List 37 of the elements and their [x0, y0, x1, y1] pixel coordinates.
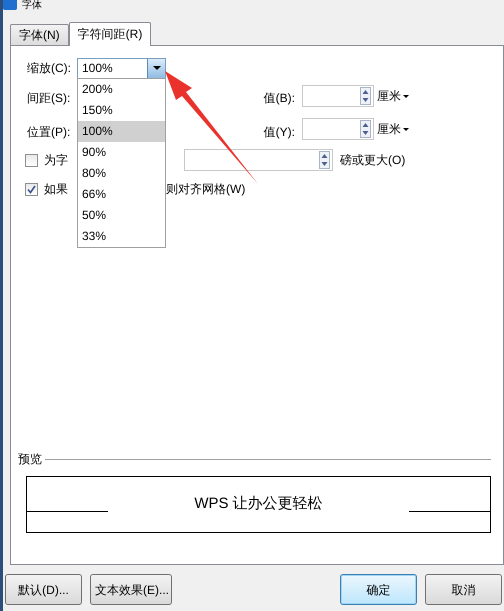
tab[interactable]: 字体(N)	[10, 24, 69, 45]
button[interactable]: 文本效果(E)...	[90, 574, 172, 605]
dropdown-option[interactable]: 50%	[78, 205, 165, 226]
dropdown-option[interactable]: 80%	[78, 163, 165, 184]
field-label: 位置(P):	[27, 124, 70, 141]
dropdown-option[interactable]: 100%	[78, 121, 165, 142]
checkbox-label: 磅或更大(O)	[340, 152, 406, 169]
dropdown-option[interactable]: 90%	[78, 142, 165, 163]
app-logo-icon	[3, 0, 17, 10]
unit-dropdown[interactable]: 厘米	[377, 120, 409, 138]
checkbox-label: 为字	[44, 152, 68, 169]
dropdown-option[interactable]: 150%	[78, 100, 165, 121]
preview-text: WPS 让办公更轻松	[194, 494, 323, 514]
number-field[interactable]	[184, 149, 333, 171]
spinner-icon[interactable]	[360, 87, 371, 105]
field-label: 间距(S):	[27, 90, 70, 107]
checkbox[interactable]	[25, 154, 38, 166]
caret-icon	[152, 66, 160, 70]
tab[interactable]: 字符间距(R)	[68, 22, 152, 46]
spinner-icon[interactable]	[319, 151, 330, 169]
number-field[interactable]	[302, 85, 374, 107]
checkbox-label: 如果	[44, 181, 68, 198]
button[interactable]: 默认(D)...	[5, 574, 82, 605]
spinner-icon[interactable]	[360, 120, 371, 138]
field-label: 值(B):	[264, 90, 295, 107]
button[interactable]: 确定	[340, 574, 417, 605]
number-field[interactable]	[302, 118, 374, 140]
dropdown-option[interactable]: 200%	[78, 79, 165, 100]
dropdown-option[interactable]: 33%	[78, 226, 165, 247]
field-label: 值(Y):	[264, 124, 295, 141]
unit-dropdown[interactable]: 厘米	[377, 87, 409, 105]
button[interactable]: 取消	[425, 574, 502, 605]
dropdown-option[interactable]: 66%	[78, 184, 165, 205]
section-title: 预览	[18, 451, 42, 468]
checkbox[interactable]	[25, 182, 38, 196]
checkbox-label: 则对齐网格(W)	[166, 181, 246, 198]
field-label: 缩放(C):	[27, 60, 72, 77]
